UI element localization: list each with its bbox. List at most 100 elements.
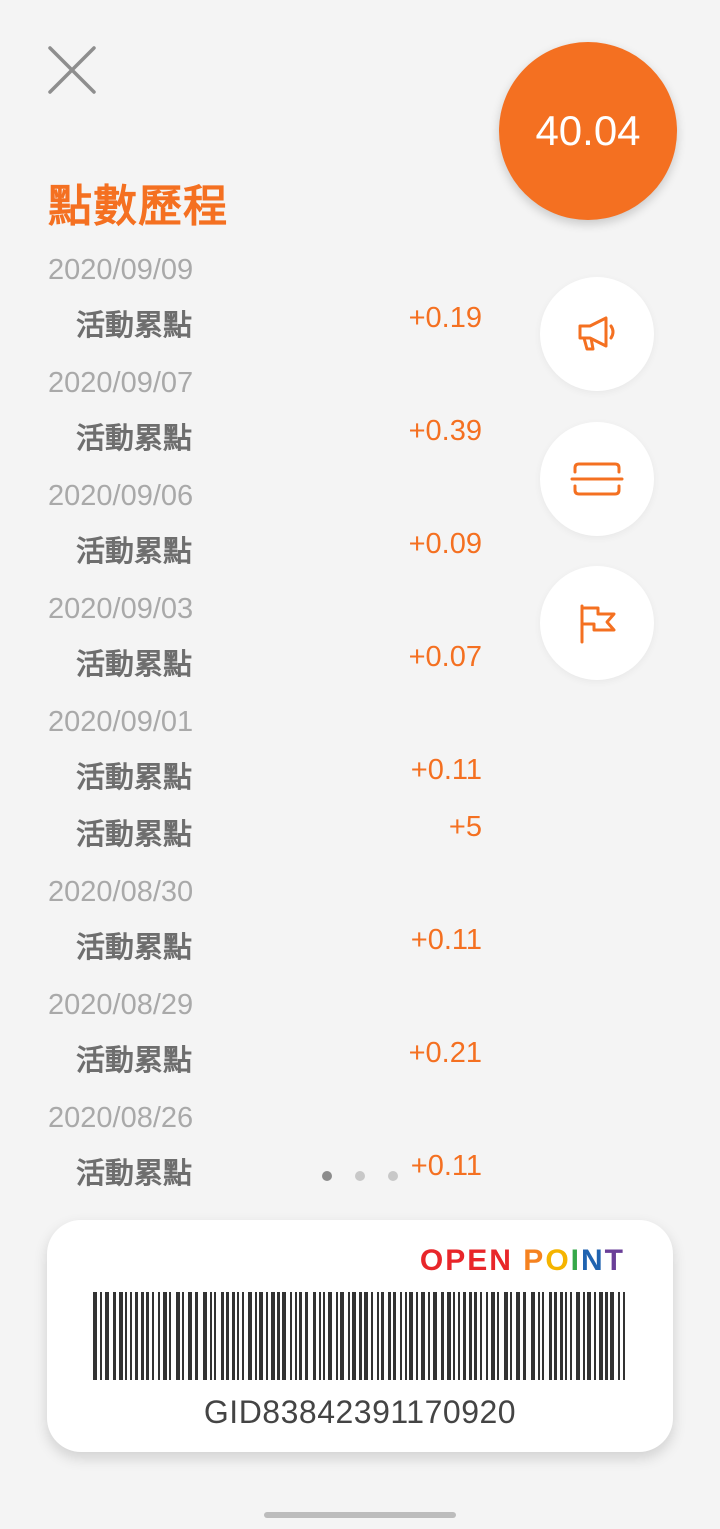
history-date: 2020/09/06 <box>48 480 194 512</box>
barcode-bar <box>255 1292 257 1380</box>
barcode-bar <box>560 1292 563 1380</box>
barcode-bar <box>323 1292 325 1380</box>
flag-icon <box>580 604 616 644</box>
barcode-bar <box>400 1292 402 1380</box>
barcode-bar <box>441 1292 444 1380</box>
member-barcode-card[interactable]: OPEN POINT GID83842391170920 <box>47 1220 673 1452</box>
barcode-bar <box>242 1292 244 1380</box>
history-entry-label: 活動累點 <box>76 421 193 455</box>
barcode-bar <box>100 1292 102 1380</box>
page-dot[interactable] <box>322 1171 332 1181</box>
barcode-bar <box>130 1292 132 1380</box>
barcode-bar <box>119 1292 123 1380</box>
barcode-bar <box>340 1292 344 1380</box>
barcode-bar <box>364 1292 368 1380</box>
history-entry-amount: +0.11 <box>410 1150 482 1182</box>
barcode-bar <box>421 1292 425 1380</box>
history-entry-amount: +0.09 <box>408 528 482 560</box>
barcode-bar <box>510 1292 512 1380</box>
barcode-bar <box>480 1292 482 1380</box>
barcode-bar <box>523 1292 526 1380</box>
close-button[interactable] <box>44 42 100 98</box>
history-date: 2020/09/03 <box>48 593 194 625</box>
barcode-bar <box>282 1292 286 1380</box>
barcode-bar <box>549 1292 552 1380</box>
barcode-bar <box>491 1292 495 1380</box>
barcode-bar <box>113 1292 116 1380</box>
barcode-bar <box>371 1292 373 1380</box>
barcode-bar <box>474 1292 477 1380</box>
barcode-bar <box>594 1292 596 1380</box>
barcode-bar <box>277 1292 280 1380</box>
history-entry-amount: +5 <box>448 811 482 843</box>
history-entry-amount: +0.21 <box>408 1037 482 1069</box>
history-entry-label: 活動累點 <box>76 760 193 794</box>
barcode-bar <box>169 1292 171 1380</box>
barcode-bar <box>210 1292 212 1380</box>
points-balance-value: 40.04 <box>535 107 641 154</box>
scan-icon <box>570 462 624 496</box>
barcode-bar <box>319 1292 321 1380</box>
barcode-bar <box>305 1292 308 1380</box>
history-date: 2020/08/30 <box>48 876 194 908</box>
barcode-bar <box>416 1292 418 1380</box>
barcode-bar <box>554 1292 557 1380</box>
page-dot[interactable] <box>388 1171 398 1181</box>
history-entry-amount: +0.11 <box>410 754 482 786</box>
page-indicator <box>322 1171 398 1181</box>
barcode-bar <box>599 1292 603 1380</box>
points-balance-badge: 40.04 <box>499 42 677 220</box>
barcode-bar <box>453 1292 455 1380</box>
barcode-bar <box>352 1292 356 1380</box>
barcode-bar <box>463 1292 466 1380</box>
page-title: 點數歷程 <box>48 181 228 232</box>
member-barcode <box>93 1292 625 1380</box>
mission-button[interactable] <box>540 566 654 680</box>
history-entry-label: 活動累點 <box>76 1043 193 1077</box>
barcode-bar <box>182 1292 184 1380</box>
barcode-bar <box>605 1292 608 1380</box>
barcode-bar <box>618 1292 620 1380</box>
barcode-bar <box>447 1292 451 1380</box>
announcement-button[interactable] <box>540 277 654 391</box>
barcode-bar <box>504 1292 508 1380</box>
barcode-bar <box>248 1292 252 1380</box>
barcode-bar <box>290 1292 292 1380</box>
barcode-bar <box>271 1292 275 1380</box>
history-entry-amount: +0.39 <box>408 415 482 447</box>
scan-button[interactable] <box>540 422 654 536</box>
history-date: 2020/08/29 <box>48 989 194 1021</box>
megaphone-icon <box>578 316 615 351</box>
history-date: 2020/09/01 <box>48 706 194 738</box>
home-indicator[interactable] <box>264 1512 456 1518</box>
barcode-bar <box>163 1292 167 1380</box>
barcode-bar <box>328 1292 332 1380</box>
barcode-bar <box>587 1292 591 1380</box>
barcode-bar <box>152 1292 154 1380</box>
barcode-bar <box>214 1292 216 1380</box>
barcode-bar <box>188 1292 192 1380</box>
points-history-screen: 40.04 點數歷程 2020/09/09 活動累點 +0.19 2020/09/07… <box>0 0 720 1529</box>
barcode-bar <box>299 1292 302 1380</box>
history-entry-amount: +0.07 <box>408 641 482 673</box>
barcode-bar <box>377 1292 379 1380</box>
barcode-bar <box>610 1292 614 1380</box>
history-entry-label: 活動累點 <box>76 930 193 964</box>
barcode-bar <box>336 1292 338 1380</box>
barcode-number: GID83842391170920 <box>203 1394 517 1430</box>
history-entry-label: 活動累點 <box>76 1156 193 1190</box>
barcode-bar <box>141 1292 144 1380</box>
history-entry-label: 活動累點 <box>76 817 193 851</box>
barcode-bar <box>623 1292 625 1380</box>
barcode-bar <box>259 1292 263 1380</box>
barcode-bar <box>409 1292 413 1380</box>
barcode-bar <box>576 1292 580 1380</box>
barcode-bar <box>146 1292 149 1380</box>
barcode-bar <box>428 1292 430 1380</box>
barcode-bar <box>531 1292 535 1380</box>
page-dot[interactable] <box>355 1171 365 1181</box>
barcode-bar <box>565 1292 567 1380</box>
barcode-bar <box>486 1292 488 1380</box>
barcode-bar <box>538 1292 540 1380</box>
close-icon <box>48 46 96 94</box>
